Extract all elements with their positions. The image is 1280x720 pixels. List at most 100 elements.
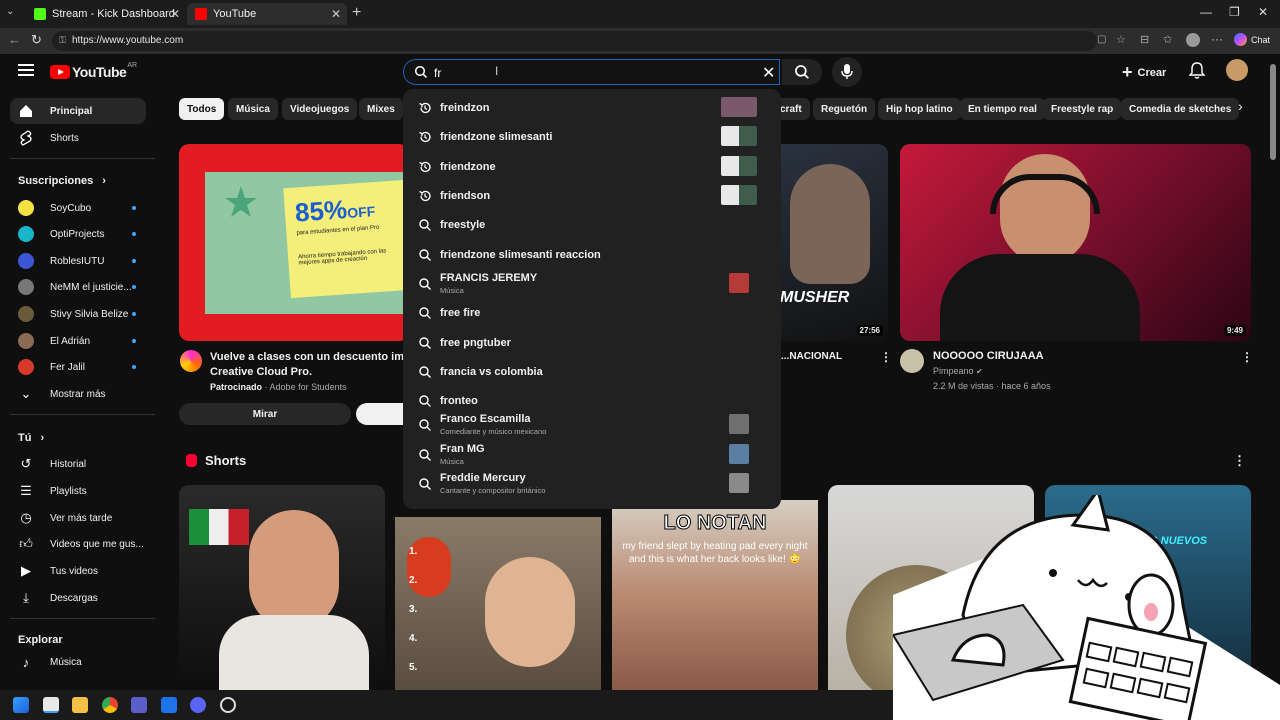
sidebar-item-subscription[interactable]: SoyCubo <box>10 195 146 221</box>
sidebar-item-subscription[interactable]: El Adrián <box>10 328 146 354</box>
sidebar-item-subscription[interactable]: Stivy Silvia Belize <box>10 301 146 327</box>
chip-regueton[interactable]: Reguetón <box>813 98 876 120</box>
channel-avatar[interactable] <box>900 349 924 373</box>
ad-title[interactable]: Vuelve a clases con un descuento imper C… <box>210 350 421 380</box>
chip-mixes[interactable]: Mixes <box>359 98 403 120</box>
voice-search-button[interactable] <box>832 57 862 87</box>
scrollbar-thumb[interactable] <box>1270 64 1276 160</box>
copilot-chat-button[interactable]: Chat <box>1234 33 1270 46</box>
search-suggestion[interactable]: free fire <box>403 298 781 326</box>
chip-en-tiempo-real[interactable]: En tiempo real <box>960 98 1045 120</box>
search-button[interactable] <box>782 59 822 85</box>
profile-icon[interactable] <box>1186 33 1200 47</box>
chip-craft[interactable]: craft <box>776 98 810 120</box>
advertiser-avatar[interactable] <box>180 350 202 372</box>
sidebar-item-subscription[interactable]: NeMM el justicie... <box>10 274 146 300</box>
sidebar-item-your-videos[interactable]: ▶ Tus videos <box>10 558 146 584</box>
search-suggestion[interactable]: friendson <box>403 181 781 209</box>
maximize-icon[interactable]: ❐ <box>1229 5 1240 19</box>
tab-kick[interactable]: Stream - Kick Dashboard ✕ <box>26 3 186 25</box>
file-explorer-icon[interactable] <box>72 697 88 713</box>
sidebar-item-liked[interactable]: 👍︎ Videos que me gus... <box>10 531 146 557</box>
sidebar-item-playlists[interactable]: ☰ Playlists <box>10 478 146 504</box>
subscriptions-heading[interactable]: Suscripciones › <box>18 175 106 187</box>
teams-icon[interactable] <box>131 697 147 713</box>
more-options-icon[interactable]: ⋮ <box>880 350 892 364</box>
search-suggestion[interactable]: friendzone slimesanti <box>403 122 781 150</box>
obs-icon[interactable] <box>220 697 236 713</box>
search-suggestion[interactable]: friendzone slimesanti reaccion <box>403 240 781 268</box>
search-suggestion[interactable]: friendzone <box>403 152 781 180</box>
search-suggestion[interactable]: free pngtuber <box>403 328 781 356</box>
youtube-logo[interactable]: YouTube AR <box>50 62 137 80</box>
sidebar-item-music[interactable]: ♪ Música <box>10 649 146 675</box>
tab-youtube[interactable]: YouTube ✕ <box>187 3 347 25</box>
chat-label: Chat <box>1251 34 1271 45</box>
new-tab-icon[interactable]: + <box>352 4 361 22</box>
close-tab-icon[interactable]: ✕ <box>170 7 180 21</box>
video-thumbnail[interactable]: MUSHER 27:56 <box>780 144 888 341</box>
url-field[interactable]: ⚿ https://www.youtube.com <box>52 31 1097 51</box>
video-title[interactable]: ...NACIONAL <box>781 351 842 362</box>
sidebar-item-home[interactable]: Principal <box>10 98 146 124</box>
chrome-icon[interactable] <box>102 697 118 713</box>
sidebar-item-watch-later[interactable]: ◷ Ver más tarde <box>10 505 146 531</box>
video-thumbnail[interactable]: 9:49 <box>900 144 1251 341</box>
chip-hip-hop[interactable]: Hip hop latino <box>878 98 961 120</box>
clear-search-icon[interactable]: ✕ <box>762 63 775 83</box>
ad-cta-button[interactable]: Mirar <box>179 403 351 425</box>
notepad-icon[interactable] <box>43 697 59 713</box>
search-suggestion[interactable]: francia vs colombia <box>403 357 781 385</box>
notifications-bell-icon[interactable] <box>1189 62 1205 80</box>
ad-thumbnail[interactable]: 85%OFF para estudiantes en el plan Pro A… <box>179 144 409 341</box>
sidebar-item-subscription[interactable]: Fer Jalil <box>10 354 146 380</box>
chip-videojuegos[interactable]: Videojuegos <box>282 98 358 120</box>
avatar[interactable] <box>1226 59 1248 81</box>
windows-start-icon[interactable] <box>13 697 29 713</box>
search-input[interactable]: fr I ✕ <box>403 59 780 85</box>
chip-freestyle[interactable]: Freestyle rap <box>1043 98 1122 120</box>
close-tab-icon[interactable]: ✕ <box>331 7 341 21</box>
sidebar-item-show-more[interactable]: ⌄ Mostrar más <box>10 381 146 407</box>
sidebar-item-subscription[interactable]: RoblesIUTU <box>10 248 146 274</box>
tab-list-icon[interactable]: ⌄ <box>6 6 14 17</box>
video-title[interactable]: NOOOOO CIRUJAAA <box>933 350 1044 362</box>
suggestion-text: francia vs colombia <box>440 366 543 378</box>
short-thumbnail[interactable] <box>179 485 385 690</box>
search-suggestion[interactable]: Fran MG Música <box>403 440 781 468</box>
minimize-icon[interactable]: — <box>1200 5 1212 19</box>
chevron-right-icon[interactable]: › <box>1238 98 1243 114</box>
search-suggestion[interactable]: freindzon <box>403 93 781 121</box>
split-screen-icon[interactable]: ⊟ <box>1140 33 1149 46</box>
sidebar-item-subscription[interactable]: OptiProjects <box>10 221 146 247</box>
close-window-icon[interactable]: ✕ <box>1258 5 1268 19</box>
chip-musica[interactable]: Música <box>228 98 278 120</box>
back-icon[interactable]: ← <box>8 32 21 47</box>
search-suggestion[interactable]: Franco Escamilla Comediante y músico mexi… <box>403 410 781 438</box>
search-suggestion[interactable]: freestyle <box>403 210 781 238</box>
more-options-icon[interactable]: ⋮ <box>1241 350 1253 364</box>
reader-icon[interactable]: ▢ <box>1097 34 1106 45</box>
site-info-icon[interactable]: ⚿ <box>59 35 66 46</box>
sidebar-item-history[interactable]: ↺ Historial <box>10 451 146 477</box>
search-suggestion[interactable]: FRANCIS JEREMY Música <box>403 269 781 297</box>
more-menu-icon[interactable]: ··· <box>1211 32 1223 46</box>
sidebar-item-downloads[interactable]: ⤓ Descargas <box>10 585 146 611</box>
ad-secondary-button[interactable] <box>356 403 406 425</box>
more-options-icon[interactable]: ⋮ <box>1233 453 1246 469</box>
you-heading[interactable]: Tú › <box>18 432 44 444</box>
app-icon[interactable] <box>161 697 177 713</box>
chip-comedia[interactable]: Comedia de sketches <box>1121 98 1240 120</box>
sidebar-item-shorts[interactable]: Shorts <box>10 125 146 151</box>
channel-name[interactable]: Pimpeano ✔ <box>933 366 983 376</box>
reload-icon[interactable]: ↻ <box>31 32 42 48</box>
create-button[interactable]: + Crear <box>1122 62 1166 83</box>
short-thumbnail[interactable]: LO NOTAN my friend slept by heating pad … <box>612 500 818 690</box>
short-thumbnail[interactable]: 1. 2. 3. 4. 5. <box>395 517 601 690</box>
favorite-star-icon[interactable]: ☆ <box>1116 33 1126 46</box>
search-suggestion[interactable]: Freddie Mercury Cantante y compositor bri… <box>403 469 781 497</box>
favorites-icon[interactable]: ✩ <box>1163 33 1172 46</box>
hamburger-menu-icon[interactable] <box>18 64 34 78</box>
discord-icon[interactable] <box>190 697 206 713</box>
chip-todos[interactable]: Todos <box>179 98 225 120</box>
